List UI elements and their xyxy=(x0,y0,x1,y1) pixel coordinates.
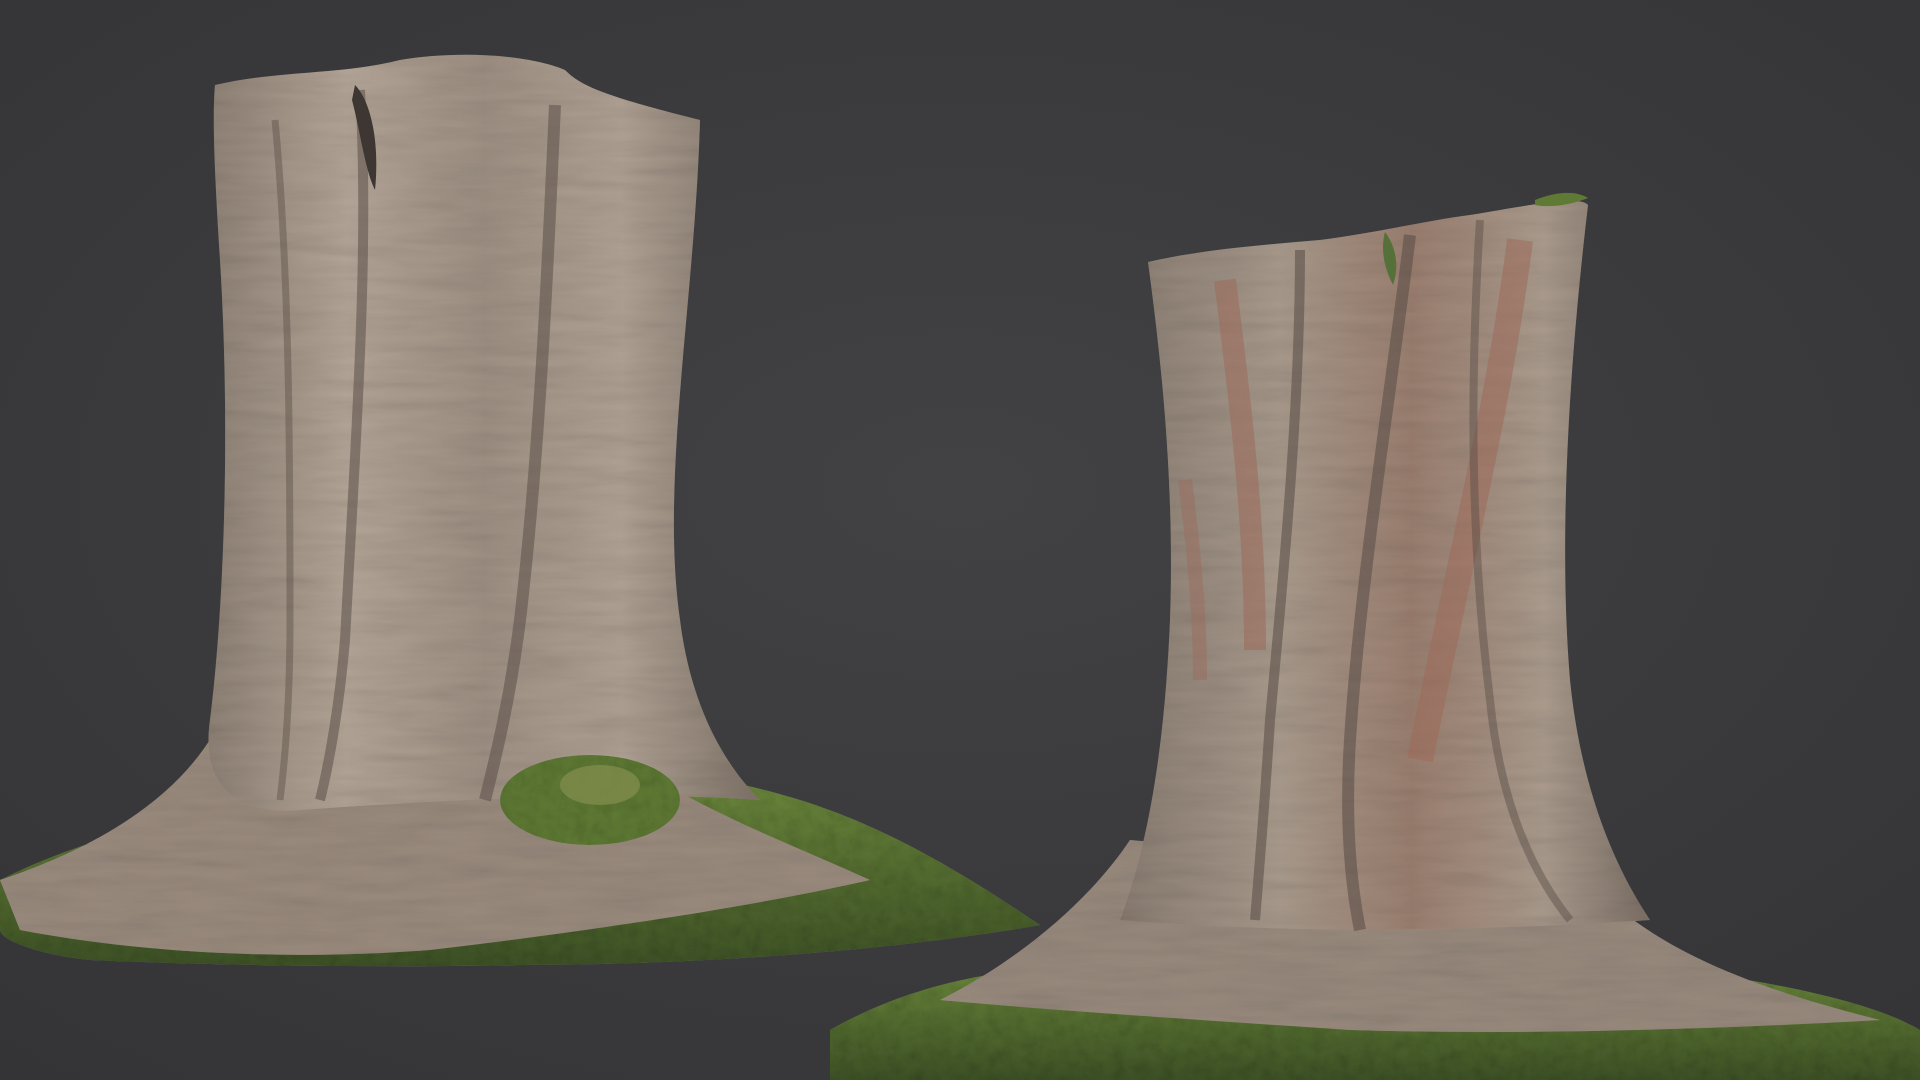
render-viewport xyxy=(0,0,1920,1080)
moss-stem-left xyxy=(560,765,640,805)
